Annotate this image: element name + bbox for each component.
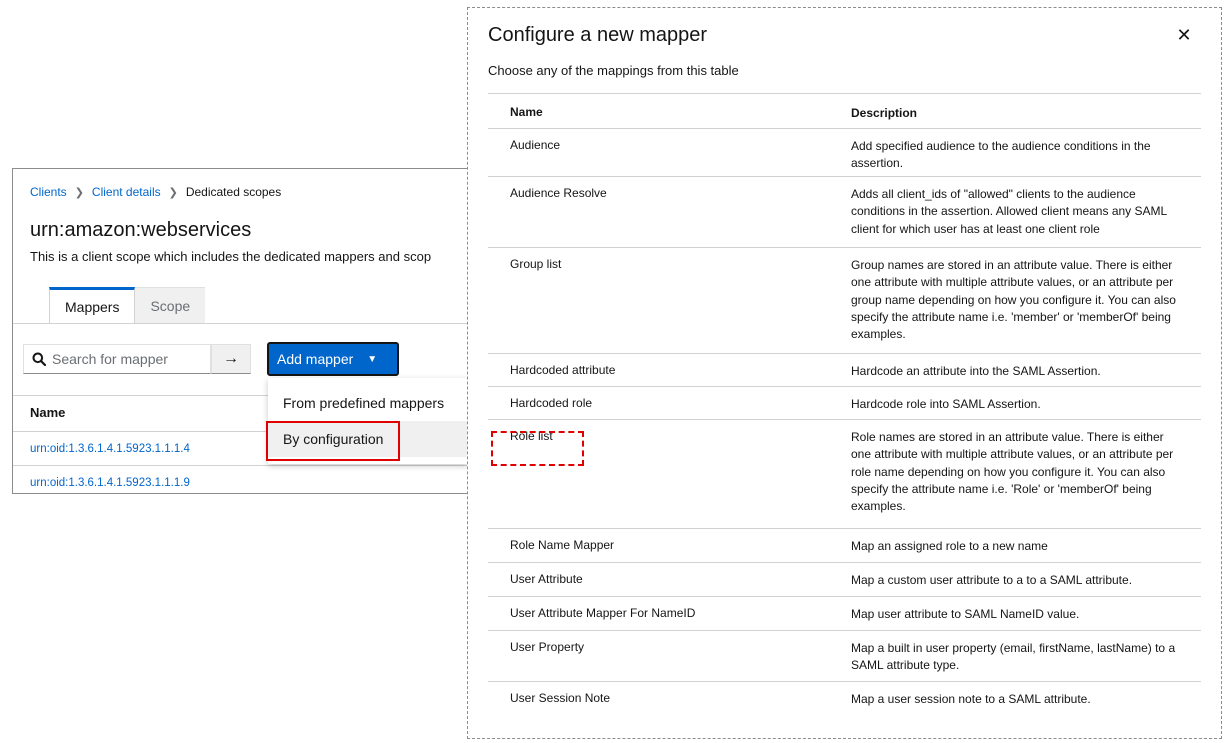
table-row[interactable]: Role list Role names are stored in an at…: [488, 419, 1201, 528]
chevron-right-icon: ❯: [74, 186, 84, 199]
menu-item-from-predefined-mappers[interactable]: From predefined mappers: [268, 385, 468, 421]
mapper-type-description: Map a built in user property (email, fir…: [851, 641, 1176, 673]
add-mapper-label: Add mapper: [277, 351, 354, 367]
table-row[interactable]: User Property Map a built in user proper…: [488, 630, 1201, 681]
arrow-right-icon: →: [223, 350, 239, 367]
table-row[interactable]: Hardcoded role Hardcode role into SAML A…: [488, 386, 1201, 419]
breadcrumb-current: Dedicated scopes: [185, 185, 282, 199]
tabs: Mappers Scope: [49, 287, 206, 323]
mapper-type-description: Map user attribute to SAML NameID value.: [851, 607, 1080, 621]
mapper-type-description: Add specified audience to the audience c…: [851, 139, 1151, 171]
mapper-type-name[interactable]: Audience: [510, 138, 560, 152]
mappers-name-header: Name: [30, 405, 66, 420]
mapper-type-description: Hardcode an attribute into the SAML Asse…: [851, 364, 1101, 378]
page-subtitle: This is a client scope which includes th…: [30, 249, 432, 264]
mapper-type-name[interactable]: Hardcoded attribute: [510, 363, 615, 377]
mapper-type-description: Map an assigned role to a new name: [851, 539, 1048, 553]
tab-scope[interactable]: Scope: [135, 287, 206, 323]
table-header-row: Name Description: [488, 93, 1201, 128]
tabs-divider: [13, 323, 468, 324]
table-row[interactable]: Hardcoded attribute Hardcode an attribut…: [488, 353, 1201, 386]
search-input[interactable]: [52, 351, 202, 367]
mapper-type-name[interactable]: User Attribute Mapper For NameID: [510, 606, 695, 620]
mapper-link[interactable]: urn:oid:1.3.6.1.4.1.5923.1.1.1.4: [30, 443, 190, 455]
search-box: [23, 344, 211, 374]
add-mapper-dropdown-menu: From predefined mappers By configuration: [268, 378, 468, 464]
mapper-type-name[interactable]: User Session Note: [510, 691, 610, 705]
mapper-type-name[interactable]: Group list: [510, 257, 561, 271]
chevron-right-icon: ❯: [168, 186, 178, 199]
mapper-type-description: Role names are stored in an attribute va…: [851, 430, 1174, 514]
table-row[interactable]: Audience Add specified audience to the a…: [488, 128, 1201, 176]
mapper-type-name[interactable]: User Attribute: [510, 572, 583, 586]
mapper-type-description: Hardcode role into SAML Assertion.: [851, 397, 1041, 411]
table-row: urn:oid:1.3.6.1.4.1.5923.1.1.1.9: [13, 465, 468, 493]
search-submit-button[interactable]: →: [211, 344, 251, 374]
table-row[interactable]: Role Name Mapper Map an assigned role to…: [488, 528, 1201, 562]
table-row[interactable]: User Attribute Map a custom user attribu…: [488, 562, 1201, 596]
page-title: urn:amazon:webservices: [30, 219, 252, 241]
search-icon: [32, 352, 46, 366]
name-column-header: Name: [510, 105, 543, 119]
caret-down-icon: ▼: [367, 353, 378, 365]
table-row[interactable]: Group list Group names are stored in an …: [488, 247, 1201, 353]
mapper-type-name[interactable]: Audience Resolve: [510, 186, 607, 200]
tab-mappers[interactable]: Mappers: [49, 287, 136, 323]
modal-description: Choose any of the mappings from this tab…: [488, 63, 739, 78]
breadcrumb-clients-link[interactable]: Clients: [30, 185, 67, 199]
table-row[interactable]: Audience Resolve Adds all client_ids of …: [488, 176, 1201, 247]
menu-item-by-configuration[interactable]: By configuration: [268, 421, 468, 457]
mapper-type-description: Map a user session note to a SAML attrib…: [851, 692, 1091, 706]
mapper-type-name[interactable]: Role Name Mapper: [510, 538, 614, 552]
description-column-header: Description: [851, 106, 918, 120]
configure-mapper-modal: Configure a new mapper ✕ Choose any of t…: [467, 7, 1222, 739]
modal-title: Configure a new mapper: [488, 24, 708, 46]
breadcrumb-client-details-link[interactable]: Client details: [92, 185, 161, 199]
mapper-type-name[interactable]: Hardcoded role: [510, 396, 592, 410]
add-mapper-button[interactable]: Add mapper ▼: [267, 342, 399, 376]
mapper-link[interactable]: urn:oid:1.3.6.1.4.1.5923.1.1.1.9: [30, 477, 190, 489]
breadcrumb: Clients ❯ Client details ❯ Dedicated sco…: [30, 185, 281, 199]
mapper-type-table: Name Description Audience Add specified …: [488, 93, 1201, 715]
mapper-type-name[interactable]: User Property: [510, 640, 584, 654]
close-icon[interactable]: ✕: [1174, 25, 1194, 46]
table-row[interactable]: User Session Note Map a user session not…: [488, 681, 1201, 715]
client-scope-panel: Clients ❯ Client details ❯ Dedicated sco…: [12, 168, 468, 494]
mapper-type-description: Group names are stored in an attribute v…: [851, 258, 1176, 342]
mapper-type-name[interactable]: Role list: [510, 429, 553, 443]
mapper-type-description: Map a custom user attribute to a to a SA…: [851, 573, 1133, 587]
table-row[interactable]: User Attribute Mapper For NameID Map use…: [488, 596, 1201, 630]
mapper-type-description: Adds all client_ids of "allowed" clients…: [851, 187, 1167, 236]
